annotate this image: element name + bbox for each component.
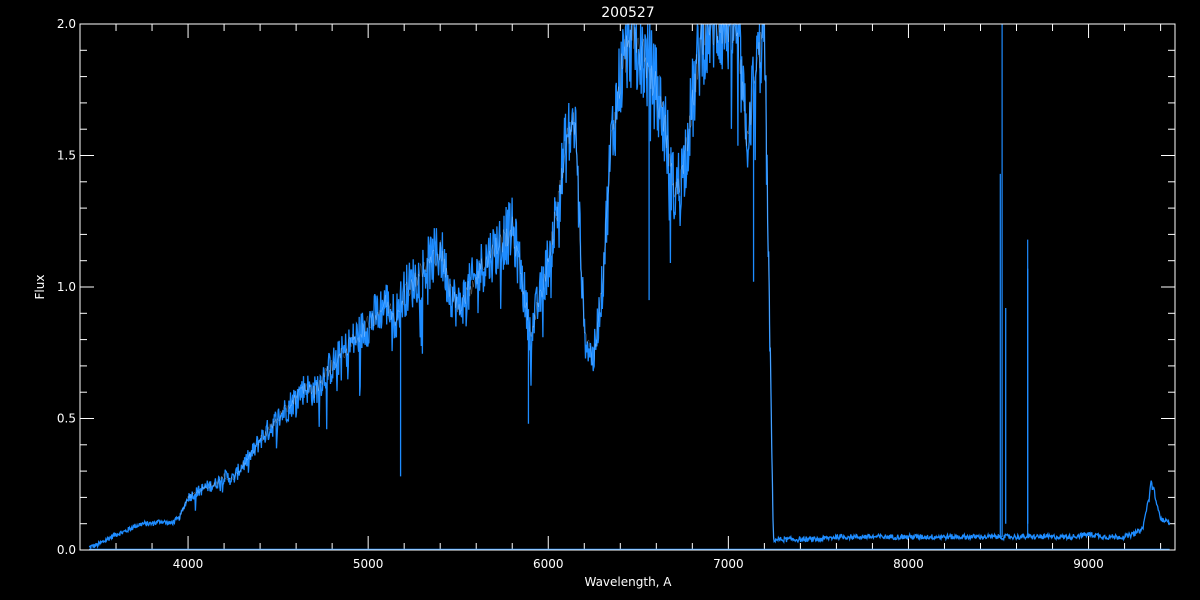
x-tick-label: 7000 (713, 557, 744, 571)
y-tick-label: 1.5 (57, 149, 76, 163)
x-tick-label: 9000 (1073, 557, 1104, 571)
x-tick-label: 8000 (893, 557, 924, 571)
spectrum-chart: 200527 4000 5000 6000 7000 8000 9000 0.0 0.5 1.0… (0, 0, 1200, 600)
y-tick-label: 1.0 (57, 280, 76, 294)
x-tick-label: 5000 (353, 557, 384, 571)
x-axis-label: Wavelength, A (584, 575, 672, 589)
y-axis-label: Flux (33, 275, 47, 300)
y-tick-label: 2.0 (57, 17, 76, 31)
chart-title: 200527 (601, 5, 654, 21)
x-tick-label: 4000 (173, 557, 204, 571)
y-tick-label: 0.0 (57, 543, 76, 557)
x-tick-label: 6000 (533, 557, 564, 571)
y-tick-label: 0.5 (57, 412, 76, 426)
